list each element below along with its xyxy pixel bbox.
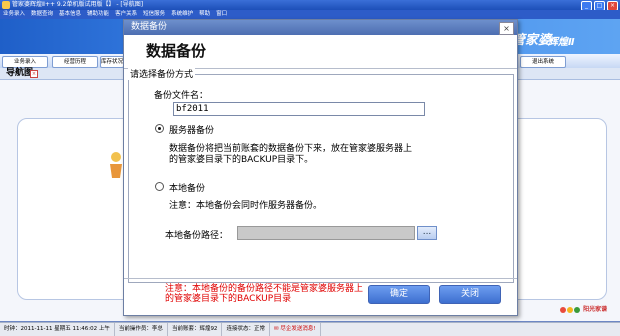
toolbar-history-button[interactable]: 经营历程 (52, 56, 98, 68)
app-titlebar: 管家婆辉煌Ⅱ++ 9.2单机版试用版【】 - [导航图] _ □ × (0, 0, 620, 11)
browse-button[interactable]: ... (417, 226, 437, 240)
app-title: 管家婆辉煌Ⅱ++ 9.2单机版试用版【】 - [导航图] (12, 1, 144, 8)
menu-item-maintenance[interactable]: 系统维护 (168, 10, 196, 19)
brand-logo: 管家婆 辉煌Ⅱ (512, 25, 620, 53)
dialog-title: 数据备份 (131, 22, 168, 32)
footer-logo-text: 阳光家谱 (583, 306, 608, 313)
local-path-input[interactable] (237, 226, 415, 240)
dialog-titlebar[interactable]: 数据备份 × (124, 20, 517, 35)
warning-text: 注意：本地备份的备份路径不能是管家婆服务器上的管家婆目录下的BACKUP目录 (165, 284, 364, 304)
close-button[interactable]: 关闭 (439, 285, 501, 304)
local-backup-note: 注意：本地备份会同时作服务器备份。 (169, 201, 323, 211)
app-logo-icon (2, 1, 10, 9)
menu-item-entry[interactable]: 业务录入 (0, 10, 28, 19)
status-connection: 连接状态：正常 (222, 323, 270, 336)
tab-navigation[interactable]: 导航图 (6, 68, 33, 79)
menu-bar: 业务录入 数据查询 基本信息 辅助功能 客户关系 短信服务 系统维护 帮助 窗口 (0, 10, 620, 19)
toolbar-entry-button[interactable]: 业务录入 (2, 56, 48, 68)
menu-item-aux[interactable]: 辅助功能 (84, 10, 112, 19)
ok-button[interactable]: 确定 (368, 285, 430, 304)
menu-item-window[interactable]: 窗口 (213, 10, 230, 19)
server-backup-label[interactable]: 服务器备份 (169, 123, 214, 136)
backup-file-name-input[interactable] (173, 102, 425, 116)
brand-edition: 辉煌Ⅱ (548, 37, 575, 48)
status-account: 当前账套：辉煌92 (168, 323, 223, 336)
divider (124, 278, 517, 279)
local-backup-radio[interactable] (155, 182, 164, 191)
group-label: 请选择备份方式 (128, 67, 196, 80)
status-time: 时钟：2011-11-11 星期五 11:46:02 上午 (0, 323, 115, 336)
server-backup-radio[interactable] (155, 124, 164, 133)
status-bar: 时钟：2011-11-11 星期五 11:46:02 上午 当前操作员：李总 当… (0, 322, 620, 336)
menu-item-help[interactable]: 帮助 (196, 10, 213, 19)
toolbar-exit-button[interactable]: 退出系统 (520, 56, 566, 68)
backup-dialog: 数据备份 × 数据备份 请选择备份方式 备份文件名： 服务器备份 数据备份将把当… (123, 19, 518, 316)
menu-item-query[interactable]: 数据查询 (28, 10, 56, 19)
status-alert[interactable]: ✉ 尽企发送消息! (270, 323, 321, 336)
menu-item-crm[interactable]: 客户关系 (112, 10, 140, 19)
menu-item-basic-info[interactable]: 基本信息 (56, 10, 84, 19)
dialog-heading: 数据备份 (146, 42, 207, 60)
toolbar-stock-button[interactable]: 库存状况 (100, 56, 124, 68)
status-operator: 当前操作员：李总 (115, 323, 168, 336)
local-backup-label[interactable]: 本地备份 (169, 181, 205, 194)
dialog-close-icon[interactable]: × (499, 22, 514, 35)
status-alert-text: 尽企发送消息! (280, 326, 316, 332)
footer-logo: 阳光家谱 (560, 304, 610, 318)
file-name-label: 备份文件名： (154, 91, 209, 101)
local-path-label: 本地备份路径： (165, 231, 229, 241)
server-backup-desc-2: 的管家婆目录下的BACKUP目录下。 (169, 155, 314, 165)
menu-item-sms[interactable]: 短信服务 (140, 10, 168, 19)
tab-close-icon[interactable]: × (30, 70, 38, 78)
